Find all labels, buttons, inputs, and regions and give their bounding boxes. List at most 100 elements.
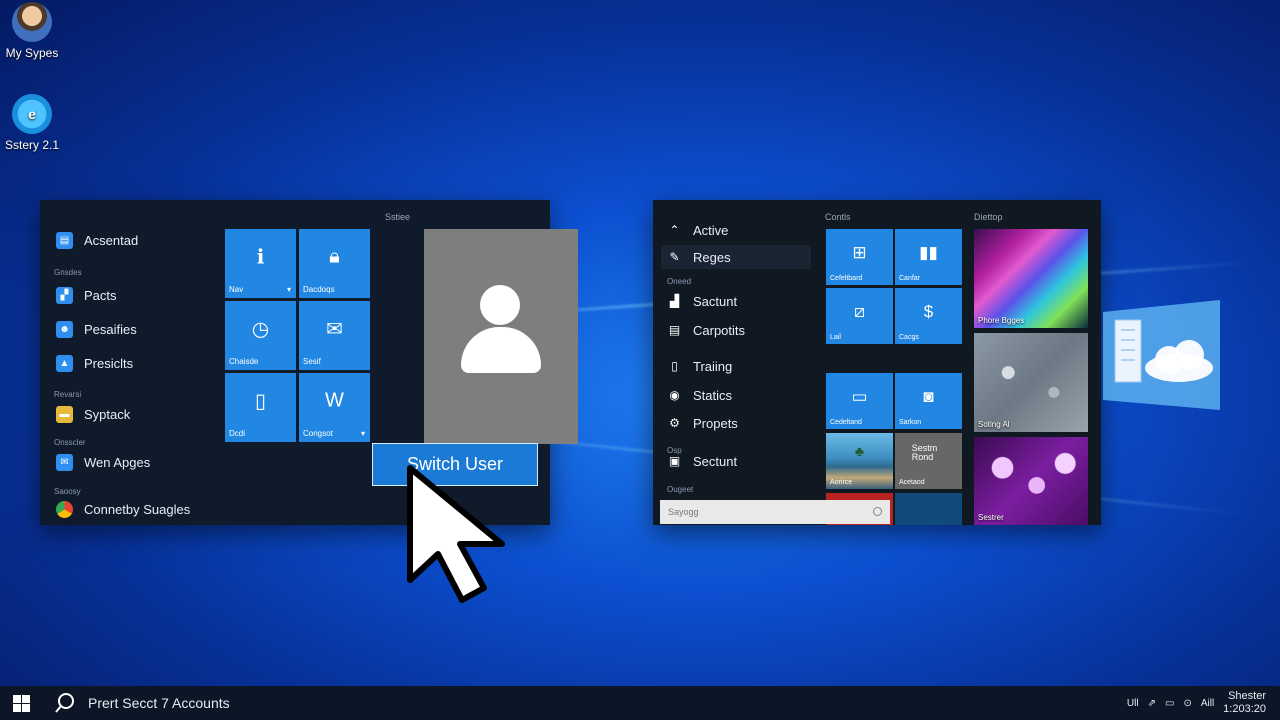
bag-icon: ▣	[668, 454, 681, 468]
nav-label: Presiclts	[84, 356, 134, 371]
edit-icon: ⧄	[854, 302, 865, 321]
tile-aorirce[interactable]: ♣ Aorirce	[826, 433, 893, 489]
people-icon: ☻	[56, 321, 73, 338]
phone-icon: ▯	[671, 359, 678, 373]
nav-item-carpotits[interactable]: ▤ Carpotits	[667, 318, 815, 342]
tray-network-label[interactable]: Ull	[1127, 698, 1139, 709]
mouse-pointer-icon	[407, 465, 505, 603]
group-label: Oneed	[667, 277, 692, 286]
tile-sarkon[interactable]: ◙ Sarkon	[895, 373, 962, 429]
user-avatar-icon	[12, 2, 52, 42]
nav-item-pesaifies[interactable]: ☻ Pesaifies	[56, 321, 137, 338]
tile-sesif[interactable]: ✉ Sesif	[299, 301, 370, 370]
cloud-server-graphic	[1103, 300, 1220, 410]
start-menu-right: ⌃ Active ✎ Reges Oneed ▟ Sactunt ▤ Carpo…	[653, 200, 1101, 525]
taskbar-search-text[interactable]: Prert Secct 7 Accounts	[88, 695, 230, 711]
nav-item-presiclts[interactable]: ▲ Presiclts	[56, 355, 133, 372]
lock-icon: 🔒︎	[329, 245, 340, 268]
taskbar: Prert Secct 7 Accounts Ull ⇗ ▭ ⊙ Aill Sh…	[0, 686, 1280, 720]
nav-item-reges[interactable]: ✎ Reges	[661, 245, 811, 269]
user-account-tile[interactable]	[424, 229, 578, 444]
taskbar-search-button[interactable]	[42, 686, 88, 720]
nav-item-active[interactable]: ⌃ Active	[667, 218, 815, 242]
start-button[interactable]	[0, 686, 42, 720]
user-avatar-body	[461, 327, 541, 373]
taskbar-clock[interactable]: Shester 1:203:20	[1223, 690, 1266, 716]
search-icon	[55, 693, 74, 713]
tile-chaisde[interactable]: ◷ Chaisde	[225, 301, 296, 370]
nav-item-pacts[interactable]: ▞ Pacts	[56, 287, 117, 304]
tile-label: Sarkon	[899, 419, 922, 426]
nav-item-syptack[interactable]: ▬ Syptack	[56, 406, 130, 423]
list-icon: ▤	[56, 232, 73, 249]
tile-dacdoqs[interactable]: 🔒︎ Dacdoqs	[299, 229, 370, 298]
nav-item-traiing[interactable]: ▯ Traiing	[667, 354, 815, 378]
tray-arrow-icon[interactable]: ⇗	[1148, 698, 1156, 709]
tiles-header: Sstiee	[385, 212, 411, 222]
pause-icon: ▮▮	[919, 243, 938, 262]
chevron-down-icon: ▾	[360, 429, 365, 438]
tiles-header: Contls	[825, 212, 851, 222]
group-label: Ougeet	[667, 485, 694, 494]
tray-volume-label[interactable]: Aill	[1201, 698, 1214, 709]
nav-label: Traiing	[693, 358, 733, 374]
tile-label: Acetaod	[899, 479, 925, 486]
tile-nav[interactable]: ℹ Nav ▾	[225, 229, 296, 298]
nav-label: Pesaifies	[84, 322, 137, 337]
tray-link-icon[interactable]: ⊙	[1183, 698, 1191, 709]
group-label: Saoosy	[54, 487, 81, 496]
tile-label: Cedeltand	[830, 419, 862, 426]
tile-cacgs[interactable]: $ Cacgs	[895, 288, 962, 344]
group-label: Gnsdes	[54, 268, 82, 277]
photo-tile-bokeh[interactable]: Sestrer	[974, 437, 1088, 525]
chart-icon: ▟	[669, 294, 680, 308]
nav-item-propets[interactable]: ⚙ Propets	[667, 411, 815, 435]
tile-label: Congsot	[303, 429, 333, 438]
tile-sestm-rond[interactable]: Sestm Rond Acetaod	[895, 433, 962, 489]
nav-item-connetby-suagles[interactable]: Connetby Suagles	[56, 501, 190, 518]
photo-tile-rainbow[interactable]: Phore Bgges	[974, 229, 1088, 328]
tray-keyboard-icon[interactable]: ▭	[1165, 698, 1174, 709]
tile-navy[interactable]	[895, 493, 962, 525]
tile-label: Cefeltbard	[830, 275, 863, 282]
nav-item-statics[interactable]: ◉ Statics	[667, 383, 815, 407]
tile-congsot[interactable]: W Congsot ▾	[299, 373, 370, 442]
nav-label: Sectunt	[693, 453, 738, 469]
mail-icon: ✉	[56, 454, 73, 471]
chart-icon: ▲	[56, 355, 73, 372]
tile-dcdi[interactable]: ▯ Dcdi	[225, 373, 296, 442]
nav-item-acsentad[interactable]: ▤ Acsentad	[56, 232, 138, 249]
photo-tile-texture[interactable]: Soting Al	[974, 333, 1088, 432]
windows-icon: ⊞	[852, 243, 867, 262]
shield-icon: ◉	[669, 388, 680, 402]
tile-canfar[interactable]: ▮▮ Canfar	[895, 229, 962, 285]
clock-icon: ◷	[251, 318, 270, 341]
nav-label: Active	[693, 222, 729, 238]
group-label: Onsscler	[54, 438, 86, 447]
cloud-server-icon	[1103, 300, 1220, 410]
menu-search-input[interactable]: Sayogg	[660, 500, 890, 524]
word-icon: W	[325, 389, 344, 412]
nav-item-sactunt[interactable]: ▟ Sactunt	[667, 289, 815, 313]
photos-header: Diettop	[974, 212, 1003, 222]
nav-item-wen-apges[interactable]: ✉ Wen Apges	[56, 454, 150, 471]
tile-label: Canfar	[899, 275, 921, 282]
desktop-icon-my-sypes[interactable]: My Sypes	[0, 2, 64, 60]
tile-cefeltbard[interactable]: ⊞ Cefeltbard	[826, 229, 893, 285]
document-icon: ▞	[56, 287, 73, 304]
gear-icon: ⚙	[669, 416, 680, 430]
tile-label: Cacgs	[899, 334, 919, 341]
chevron-down-icon: ▾	[286, 285, 291, 294]
nav-label: Propets	[693, 415, 738, 431]
tile-label: Aorirce	[830, 479, 853, 486]
tile-lail[interactable]: ⧄ Lail	[826, 288, 893, 344]
nav-item-sectunt[interactable]: ▣ Sectunt	[667, 449, 815, 473]
tile-label: Nav	[229, 285, 244, 294]
camera-icon: ◙	[923, 387, 934, 406]
desktop-icon-sstery[interactable]: e Sstery 2.1	[0, 94, 64, 152]
nav-label: Acsentad	[84, 233, 139, 248]
tile-cedeltand[interactable]: ▭ Cedeltand	[826, 373, 893, 429]
clock-line-2: 1:203:20	[1223, 703, 1266, 715]
tile-label: Dcdi	[229, 429, 246, 438]
browser-icon: e	[12, 94, 52, 134]
